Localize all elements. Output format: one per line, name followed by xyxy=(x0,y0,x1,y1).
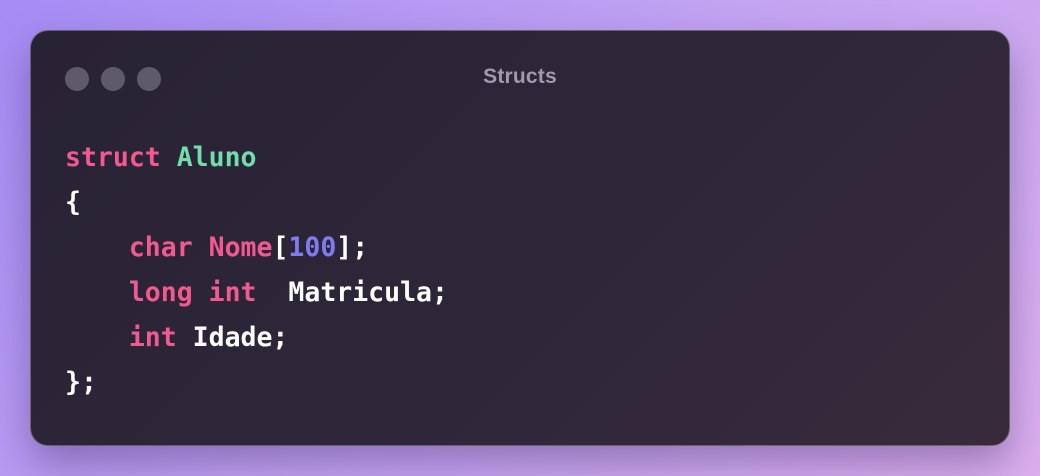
code-text: Idade; xyxy=(176,322,289,353)
code-keyword: struct xyxy=(65,142,161,173)
code-type-name: Aluno xyxy=(176,142,257,173)
code-window: Structs struct Aluno { char Nome[100]; lo… xyxy=(30,30,1010,446)
code-text: { xyxy=(65,187,81,218)
code-line: struct Aluno xyxy=(65,135,448,180)
code-line: int Idade; xyxy=(65,315,448,360)
code-keyword: char xyxy=(128,232,193,263)
code-keyword: int xyxy=(128,322,177,353)
code-text: ]; xyxy=(336,232,369,263)
code-text: [ xyxy=(272,232,289,263)
code-number: 100 xyxy=(288,232,337,263)
code-text: }; xyxy=(65,367,97,398)
window-title: Structs xyxy=(483,65,557,88)
window-titlebar: Structs xyxy=(31,31,1009,123)
code-line: char Nome[100]; xyxy=(65,225,448,270)
code-line: }; xyxy=(65,360,448,405)
code-block: struct Aluno { char Nome[100]; long int M… xyxy=(65,135,448,405)
code-text: Matricula; xyxy=(256,277,448,308)
code-keyword: long xyxy=(128,277,193,308)
code-keyword: Nome xyxy=(208,232,273,263)
code-keyword: int xyxy=(208,277,257,308)
code-line: { xyxy=(65,180,448,225)
code-line: long int Matricula; xyxy=(65,270,448,315)
